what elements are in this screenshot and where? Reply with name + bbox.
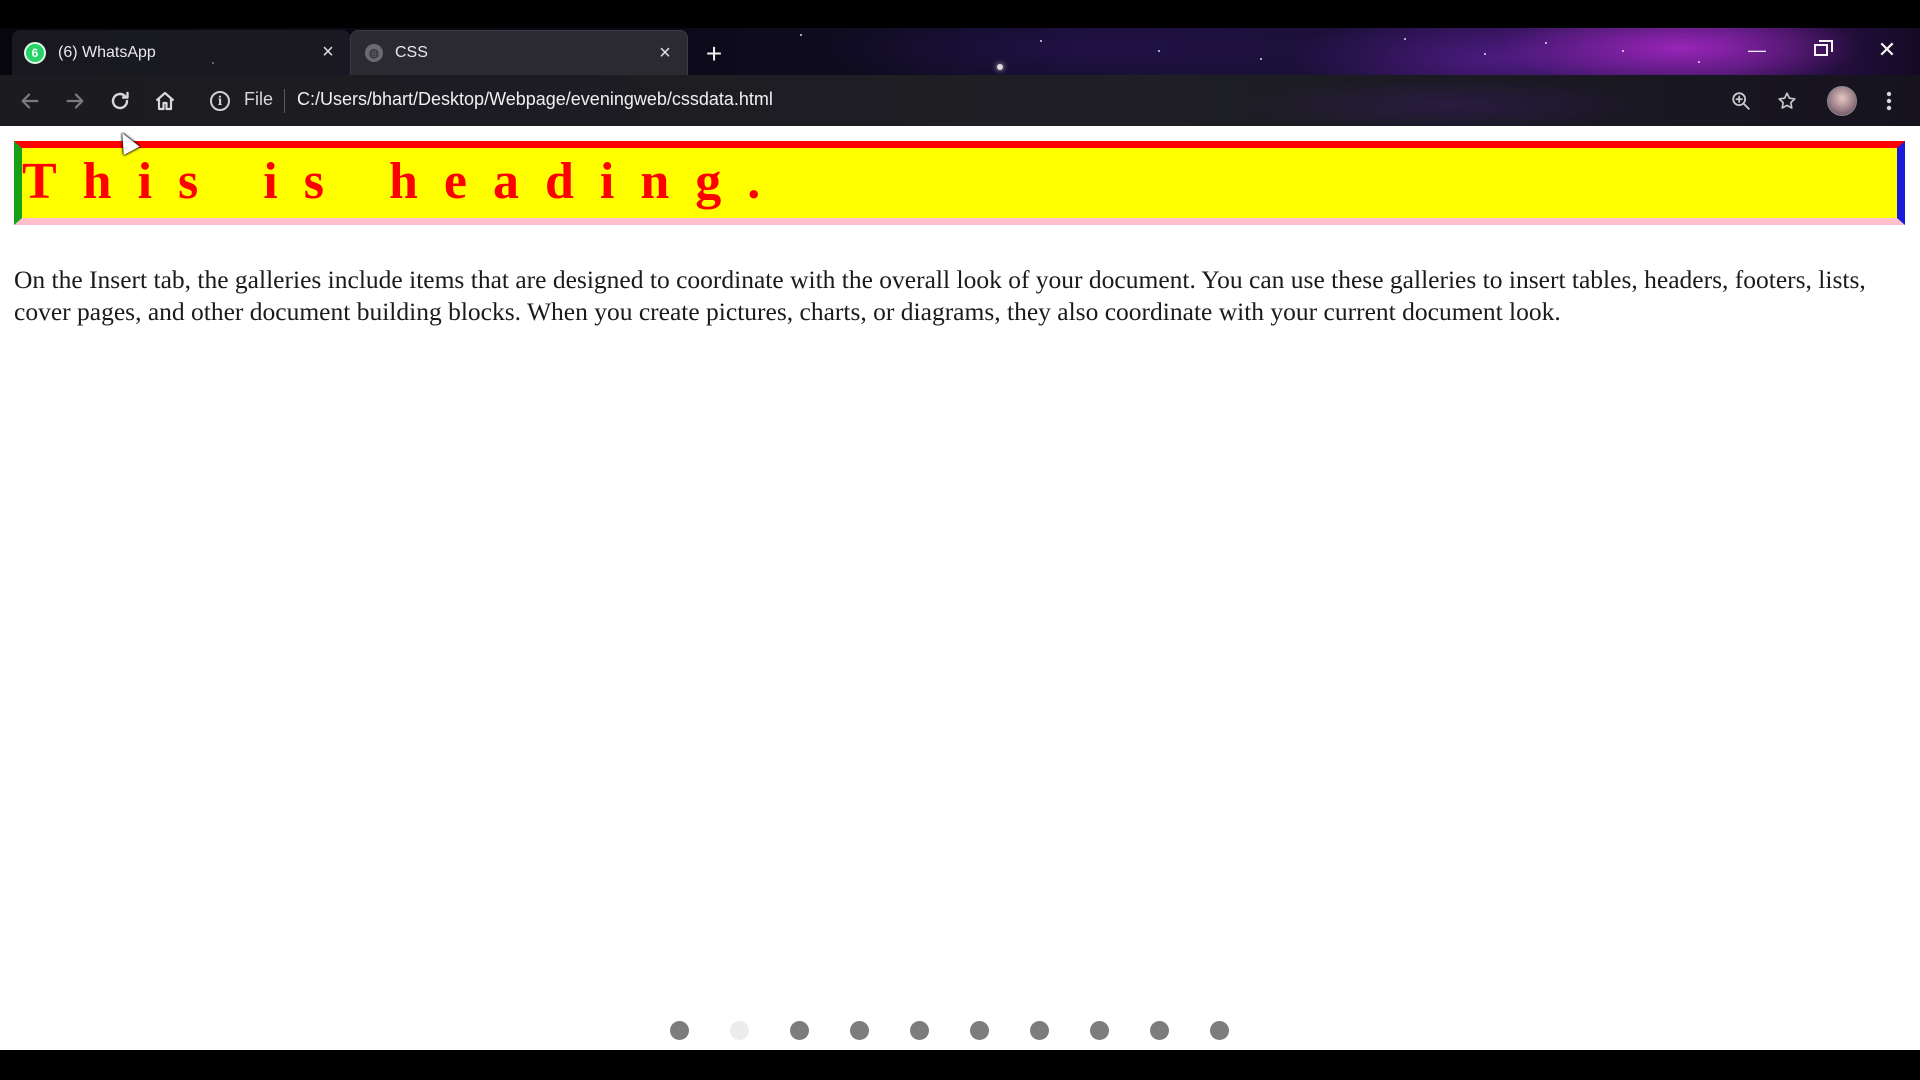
info-icon[interactable]: i: [210, 91, 230, 111]
forward-button[interactable]: [57, 83, 93, 119]
browser-window: 6 (6) WhatsApp × ◍ CSS × + — ✕ i File C:…: [0, 28, 1920, 1050]
zoom-icon: [1732, 92, 1750, 110]
carousel-dot[interactable]: [1090, 1021, 1109, 1040]
browser-toolbar: i File C:/Users/bhart/Desktop/Webpage/ev…: [0, 75, 1920, 126]
theme-star: [1040, 40, 1042, 42]
carousel-dot[interactable]: [910, 1021, 929, 1040]
video-letterbox-top: [0, 0, 1920, 28]
back-button[interactable]: [12, 83, 48, 119]
carousel-dot[interactable]: [1150, 1021, 1169, 1040]
home-button[interactable]: [147, 83, 183, 119]
scheme-label: File: [244, 89, 274, 109]
whatsapp-icon: 6: [24, 41, 46, 64]
carousel-dot[interactable]: [1030, 1021, 1049, 1040]
theme-star: [800, 34, 802, 36]
star-icon: [1778, 92, 1796, 109]
url-divider: [284, 89, 285, 113]
address-bar[interactable]: C:/Users/bhart/Desktop/Webpage/eveningwe…: [297, 89, 773, 110]
carousel-dot[interactable]: [970, 1021, 989, 1040]
reload-button[interactable]: [102, 83, 138, 119]
theme-star: [1484, 53, 1486, 55]
more-vert-icon: [1886, 91, 1892, 111]
tab-css[interactable]: ◍ CSS ×: [350, 30, 688, 75]
close-icon[interactable]: ×: [318, 41, 338, 63]
minimize-button[interactable]: —: [1726, 30, 1788, 70]
theme-star: [1698, 61, 1700, 63]
forward-arrow-icon: [66, 93, 84, 109]
close-icon[interactable]: ×: [655, 42, 675, 64]
theme-star: [1545, 42, 1547, 44]
carousel-dots: [670, 1021, 1250, 1045]
carousel-dot-active[interactable]: [730, 1021, 749, 1040]
theme-star: [997, 64, 1003, 70]
back-arrow-icon: [21, 93, 39, 109]
tab-whatsapp[interactable]: 6 (6) WhatsApp ×: [12, 30, 350, 75]
profile-avatar[interactable]: [1827, 86, 1857, 116]
carousel-dot[interactable]: [670, 1021, 689, 1040]
body-paragraph: On the Insert tab, the galleries include…: [14, 265, 1866, 326]
restore-button[interactable]: [1790, 30, 1852, 70]
home-icon: [155, 91, 175, 111]
carousel-dot[interactable]: [850, 1021, 869, 1040]
page-viewport: This is heading. On the Insert tab, the …: [0, 126, 1920, 1050]
reload-icon: [111, 91, 129, 110]
carousel-dot[interactable]: [1210, 1021, 1229, 1040]
tab-strip: 6 (6) WhatsApp × ◍ CSS × + — ✕: [0, 28, 1920, 75]
restore-icon: [1814, 40, 1833, 56]
theme-star: [1404, 38, 1406, 40]
zoom-button[interactable]: [1723, 83, 1759, 119]
menu-button[interactable]: [1871, 83, 1907, 119]
theme-star: [1158, 50, 1160, 52]
video-letterbox-bottom: [0, 1050, 1920, 1080]
new-tab-button[interactable]: +: [698, 38, 730, 70]
globe-icon: ◍: [365, 44, 383, 62]
carousel-dot[interactable]: [790, 1021, 809, 1040]
bookmark-button[interactable]: [1769, 83, 1805, 119]
window-close-button[interactable]: ✕: [1856, 30, 1918, 70]
theme-star: [1260, 58, 1262, 60]
tab-title: CSS: [395, 44, 428, 61]
page-heading: This is heading.: [14, 141, 1905, 225]
theme-star: [1622, 50, 1624, 52]
tab-title: (6) WhatsApp: [58, 43, 156, 61]
